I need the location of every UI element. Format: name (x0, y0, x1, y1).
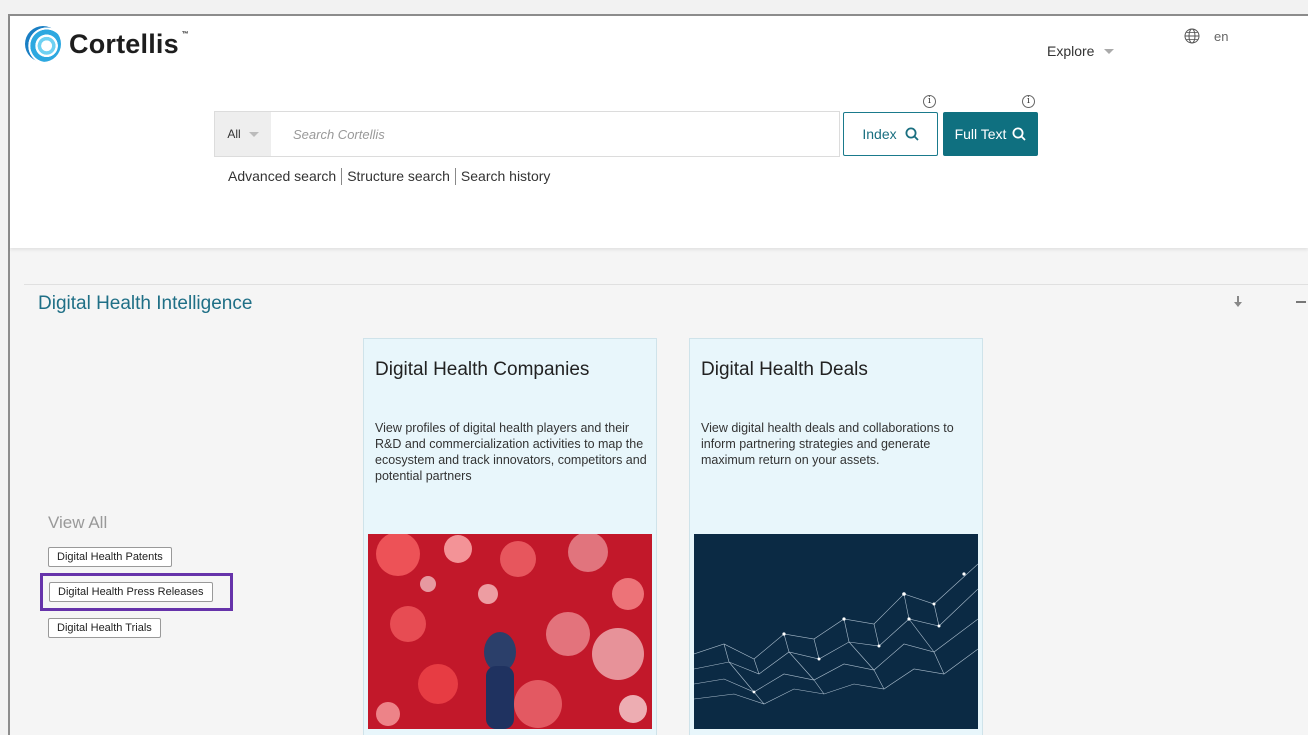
full-text-search-button[interactable]: Full Text (943, 112, 1038, 156)
advanced-search-link[interactable]: Advanced search (228, 168, 336, 185)
card-title: Digital Health Deals (701, 359, 868, 380)
explore-label: Explore (1047, 43, 1095, 59)
view-all-label: View All (48, 513, 108, 532)
bokeh-image (368, 534, 652, 729)
globe-icon (1184, 28, 1200, 44)
index-info-icon[interactable]: i (923, 95, 936, 108)
index-search-button[interactable]: Index (843, 112, 938, 156)
index-label: Index (862, 126, 897, 142)
section-title: Digital Health Intelligence (38, 293, 253, 314)
collapse-icon[interactable] (1296, 301, 1306, 303)
search-icon (1012, 127, 1027, 141)
card-digital-health-deals[interactable]: Digital Health Deals View digital health… (689, 338, 983, 735)
link-divider (454, 168, 456, 185)
search-scope-label: All (227, 127, 241, 141)
full-text-info-icon[interactable]: i (1022, 95, 1035, 108)
search-history-link[interactable]: Search history (461, 168, 550, 185)
language-selector[interactable]: en (1184, 28, 1228, 44)
network-image (694, 534, 978, 729)
explore-menu[interactable]: Explore (1047, 43, 1115, 59)
tag-digital-health-press-releases[interactable]: Digital Health Press Releases (49, 582, 213, 602)
cortellis-logo[interactable]: Cortellis ™ (25, 26, 189, 62)
link-divider (341, 168, 343, 185)
card-description: View profiles of digital health players … (375, 421, 647, 483)
search-links: Advanced search Structure search Search … (228, 168, 550, 185)
cortellis-logo-icon (25, 26, 61, 62)
chevron-down-icon (248, 131, 259, 137)
search-icon (905, 127, 919, 141)
search-input[interactable] (271, 112, 839, 156)
tag-digital-health-patents[interactable]: Digital Health Patents (48, 547, 172, 567)
section-divider (24, 284, 1308, 285)
structure-search-link[interactable]: Structure search (347, 168, 450, 185)
header: Cortellis ™ Explore en All Search Cortel… (10, 16, 1308, 248)
card-title: Digital Health Companies (375, 359, 590, 380)
full-text-label: Full Text (954, 126, 1007, 142)
search-bar: All (214, 111, 840, 157)
trademark-mark: ™ (181, 30, 189, 38)
brand-name: Cortellis (69, 28, 179, 59)
card-digital-health-companies[interactable]: Digital Health Companies View profiles o… (363, 338, 657, 735)
tag-digital-health-trials[interactable]: Digital Health Trials (48, 618, 161, 638)
language-label: en (1214, 28, 1229, 44)
chevron-down-icon (1104, 48, 1115, 54)
search-scope-dropdown[interactable]: All (215, 112, 271, 156)
app-frame: Cortellis ™ Explore en All Search Cortel… (8, 14, 1308, 735)
download-arrow-icon[interactable] (1233, 296, 1243, 308)
card-description: View digital health deals and collaborat… (701, 421, 954, 467)
